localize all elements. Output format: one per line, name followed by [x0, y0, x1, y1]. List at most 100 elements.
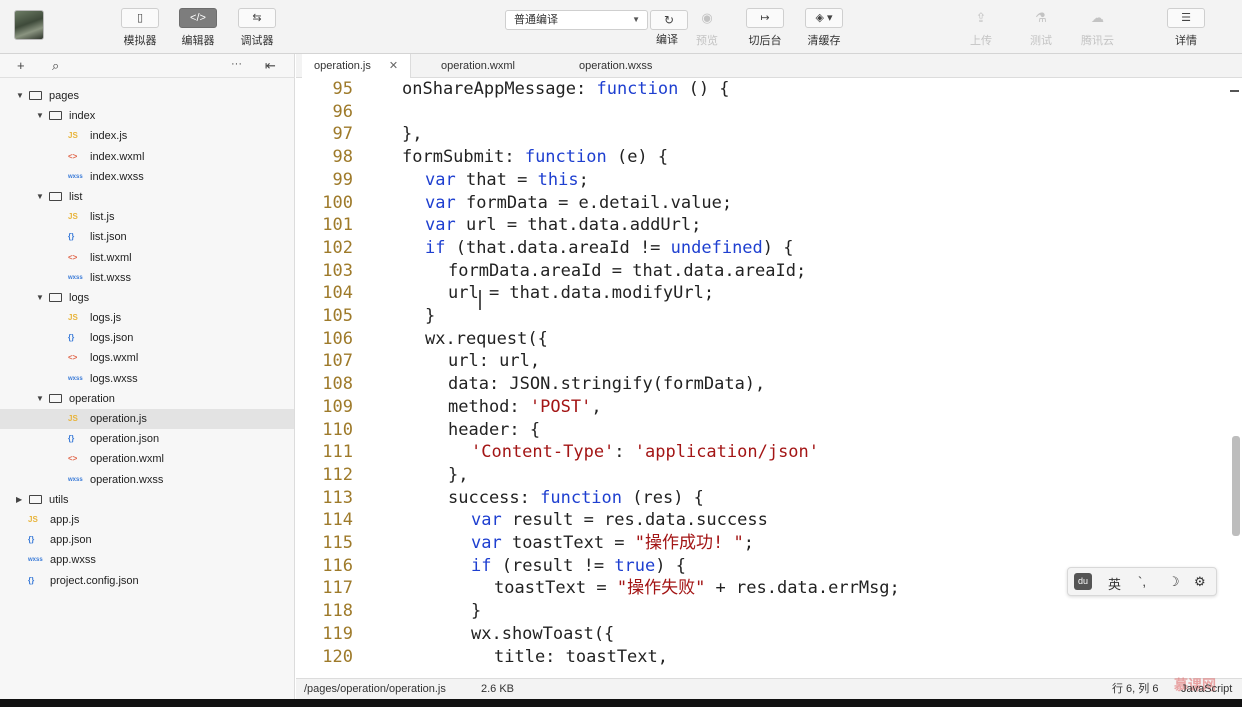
folder-item[interactable]: ▼ logs: [0, 288, 294, 308]
editor-button[interactable]: </> 编辑器: [179, 8, 217, 48]
background-button[interactable]: ↦ 切后台: [746, 8, 784, 48]
refresh-icon[interactable]: ↻: [650, 10, 688, 30]
ime-logo-icon[interactable]: du: [1074, 573, 1092, 590]
file-item[interactable]: JS app.js: [0, 510, 294, 530]
code-token: that =: [455, 169, 538, 190]
compile-mode-select[interactable]: 普通编译 ▼: [505, 10, 648, 30]
file-item[interactable]: {} project.config.json: [0, 571, 294, 591]
file-item[interactable]: wxss operation.wxss: [0, 470, 294, 490]
code-text: if (result != true) {: [471, 555, 686, 578]
keyword-token: var: [425, 169, 456, 190]
file-item[interactable]: wxss logs.wxss: [0, 369, 294, 389]
file-item[interactable]: {} logs.json: [0, 328, 294, 348]
file-item[interactable]: <> operation.wxml: [0, 449, 294, 469]
folder-item[interactable]: ▼ operation: [0, 389, 294, 409]
file-item[interactable]: <> list.wxml: [0, 248, 294, 268]
add-icon[interactable]: +: [17, 58, 25, 73]
code-text: var toastText = "操作成功! ";: [471, 532, 754, 555]
file-name: list.wxss: [90, 271, 131, 284]
search-icon[interactable]: ⌕: [52, 58, 59, 74]
file-item[interactable]: wxss app.wxss: [0, 550, 294, 570]
code-text: formData.areaId = that.data.areaId;: [448, 260, 806, 283]
details-button[interactable]: ☰ 详情: [1167, 8, 1205, 48]
editor-label: 编辑器: [181, 35, 215, 47]
file-item[interactable]: JS index.js: [0, 126, 294, 146]
moon-icon[interactable]: ☽: [1168, 574, 1180, 590]
file-item[interactable]: JS logs.js: [0, 308, 294, 328]
cloud-icon: ☁: [1091, 10, 1104, 25]
ime-punctuation-toggle[interactable]: `,: [1138, 574, 1146, 589]
ime-language-toggle[interactable]: 英: [1108, 574, 1121, 593]
debugger-button[interactable]: ⇆ 调试器: [238, 8, 276, 48]
line-number: 119: [322, 623, 353, 644]
test-button[interactable]: ⚗ 测试: [1030, 8, 1052, 48]
keyword-token: function: [540, 487, 623, 508]
file-name: operation.json: [90, 433, 160, 446]
avatar[interactable]: [14, 10, 44, 40]
tab-js[interactable]: operation.js ✕: [302, 54, 412, 78]
file-item[interactable]: <> logs.wxml: [0, 348, 294, 368]
file-item[interactable]: <> index.wxml: [0, 147, 294, 167]
file-item[interactable]: JS operation.js: [0, 409, 294, 430]
code-token: (e) {: [606, 147, 669, 168]
chevron-down-icon[interactable]: ▼: [36, 106, 44, 126]
wxss-file-icon: wxss: [68, 274, 83, 281]
string-token: "操作失败": [616, 578, 706, 599]
chevron-down-icon[interactable]: ▼: [36, 187, 44, 207]
folder-item[interactable]: ▶ utils: [0, 490, 294, 510]
code-token: data: JSON.stringify(formData),: [448, 374, 766, 395]
folder-item[interactable]: ▼ index: [0, 106, 294, 126]
json-file-icon: {}: [68, 333, 75, 343]
folder-icon: [29, 494, 42, 504]
close-icon[interactable]: ✕: [389, 60, 398, 72]
line-number: 114: [322, 510, 353, 531]
code-text: formSubmit: function (e) {: [402, 146, 668, 169]
code-line: 105}: [296, 305, 1226, 328]
tencent-cloud-button[interactable]: ☁ 腾讯云: [1081, 8, 1114, 48]
cursor-position[interactable]: 行 6, 列 6: [1112, 679, 1158, 699]
folder-item[interactable]: ▼ pages: [0, 86, 294, 106]
chevron-down-icon[interactable]: ▼: [36, 389, 44, 409]
chevron-down-icon[interactable]: ▼: [16, 86, 24, 106]
file-name: logs.wxml: [90, 352, 139, 365]
upload-button[interactable]: ⇪ 上传: [970, 8, 992, 48]
language-mode[interactable]: JavaScript: [1181, 679, 1232, 699]
more-icon[interactable]: ···: [231, 58, 242, 70]
file-item[interactable]: wxss list.wxss: [0, 268, 294, 288]
keyword-token: if: [471, 555, 492, 576]
file-name: app.json: [50, 534, 92, 547]
code-token: formData = e.detail.value;: [455, 192, 733, 213]
editor-scrollbar[interactable]: [1232, 436, 1240, 536]
code-line: 109 method: 'POST',: [296, 396, 1226, 419]
preview-button[interactable]: ◉ 预览: [696, 8, 718, 48]
gear-icon[interactable]: ⚙: [1194, 574, 1206, 590]
clear-cache-button[interactable]: ◈ ▾ 清缓存: [805, 8, 843, 48]
file-item[interactable]: {} app.json: [0, 530, 294, 550]
code-token: formSubmit:: [402, 147, 525, 168]
file-item[interactable]: JS list.js: [0, 207, 294, 227]
line-number: 104: [322, 283, 353, 304]
code-line: 111 'Content-Type': 'application/json': [296, 441, 1226, 464]
code-token: (result !=: [491, 555, 615, 576]
tab-wxss[interactable]: operation.wxss: [567, 54, 664, 78]
compile-button[interactable]: 编译: [656, 31, 678, 47]
simulator-label: 模拟器: [123, 35, 157, 47]
file-item[interactable]: {} operation.json: [0, 429, 294, 449]
compile-label: 编译: [656, 34, 678, 46]
code-line: 98 formSubmit: function (e) {: [296, 146, 1226, 169]
chevron-down-icon[interactable]: ▼: [36, 288, 44, 308]
code-token: formData.areaId = that.data.areaId;: [448, 260, 807, 281]
code-text: var url = that.data.addUrl;: [425, 214, 701, 237]
file-item[interactable]: {} list.json: [0, 227, 294, 247]
folder-item[interactable]: ▼ list: [0, 187, 294, 207]
bottom-edge: [0, 699, 1242, 707]
file-name: index.wxss: [90, 170, 144, 183]
chevron-right-icon[interactable]: ▶: [16, 490, 22, 510]
collapse-icon[interactable]: ⇤: [265, 58, 276, 74]
code-token: },: [448, 464, 469, 485]
line-number: 108: [322, 374, 353, 395]
tab-wxml[interactable]: operation.wxml: [429, 54, 527, 78]
file-explorer: + ⌕ ··· ⇤ ▼ pages ▼ index JS index.js <> index.…: [0, 54, 295, 707]
simulator-button[interactable]: ▯ 模拟器: [121, 8, 159, 48]
file-item[interactable]: wxss index.wxss: [0, 167, 294, 187]
